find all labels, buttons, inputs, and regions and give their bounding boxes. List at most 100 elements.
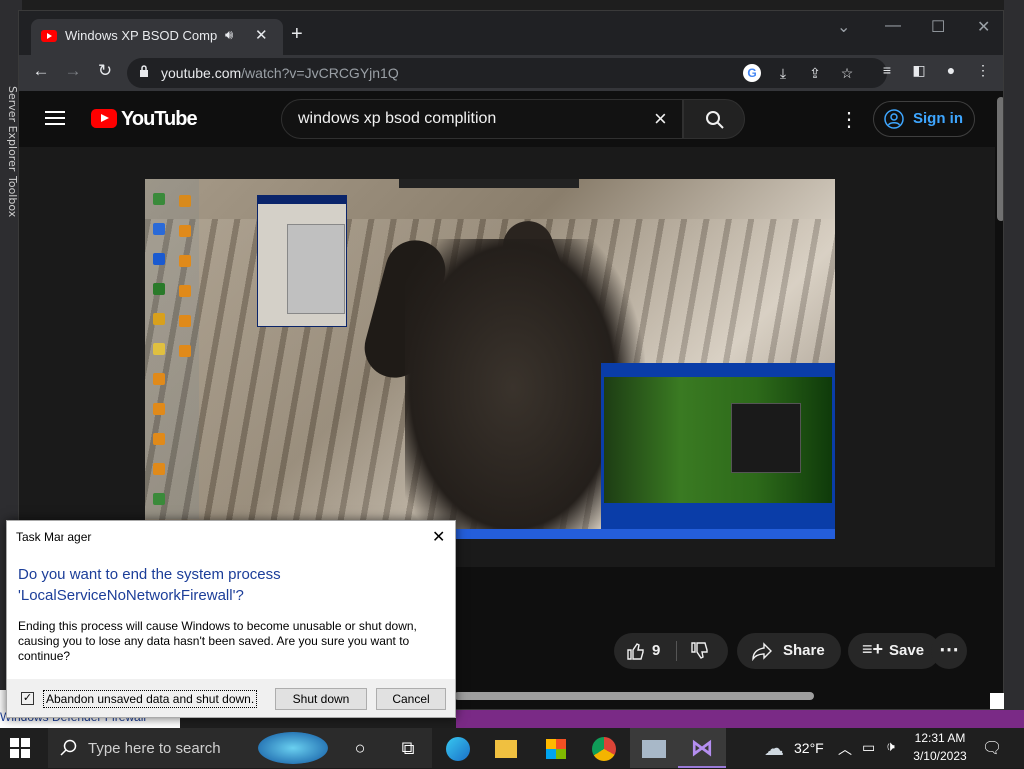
new-tab-button[interactable]: +: [291, 23, 303, 46]
add-playlist-icon: ≡+: [862, 639, 884, 659]
search-button[interactable]: [683, 99, 745, 139]
tab-strip: Windows XP BSOD Compilati 🔊︎ ✕ + ⌄ — ☐ ✕: [19, 11, 1003, 55]
url-host: youtube.com: [161, 65, 242, 81]
search-input[interactable]: windows xp bsod complition ×: [281, 99, 683, 139]
back-button[interactable]: ←: [29, 61, 53, 81]
like-dislike-group: 9: [614, 633, 728, 669]
xp-icon: [153, 373, 165, 385]
browser-toolbar: ← → ↻ youtube.com/watch?v=JvCRCGYjn1Q G …: [19, 55, 1003, 91]
weather-cloud-icon[interactable]: ☁: [764, 736, 784, 761]
more-actions-button[interactable]: ⋯: [931, 633, 967, 669]
vlc-window: [601, 363, 835, 533]
system-tray: ☁ 32°F ︿ ▭ 🕩︎ 12:31 AM 3/10/2023 🗨︎: [760, 728, 1024, 768]
url-text: youtube.com/watch?v=JvCRCGYjn1Q: [161, 65, 399, 81]
profile-icon[interactable]: ●: [941, 62, 961, 78]
minimize-button[interactable]: —: [885, 17, 901, 35]
address-bar[interactable]: youtube.com/watch?v=JvCRCGYjn1Q G ⤓ ⇪ ☆: [127, 58, 887, 88]
youtube-logo-text[interactable]: YouTube: [121, 108, 198, 131]
settings-kebab-icon[interactable]: ⋮: [839, 107, 859, 132]
thumbs-up-icon[interactable]: [626, 641, 646, 661]
store-icon[interactable]: [532, 728, 580, 768]
edge-icon[interactable]: [434, 728, 482, 768]
visual-studio-icon[interactable]: ⋈: [678, 728, 726, 768]
horizontal-scrollbar[interactable]: [454, 692, 814, 700]
xp-icon: [153, 253, 165, 265]
abandon-data-label[interactable]: Abandon unsaved data and shut down.: [43, 690, 258, 708]
clear-search-icon[interactable]: ×: [654, 106, 667, 132]
windows-logo-icon: [10, 738, 19, 747]
xp-icon: [153, 313, 165, 325]
share-page-icon[interactable]: ⇪: [805, 65, 825, 82]
desktop-right-strip: [1004, 0, 1024, 728]
divider: [676, 641, 677, 661]
share-button[interactable]: Share: [737, 633, 841, 669]
task-view-icon[interactable]: ⧉: [384, 728, 432, 768]
abandon-data-checkbox[interactable]: ✓: [21, 692, 34, 705]
video-player[interactable]: [19, 147, 995, 567]
xp-icon: [179, 345, 191, 357]
youtube-logo-icon[interactable]: [91, 109, 117, 128]
dialog-heading: Do you want to end the system process 'L…: [18, 566, 281, 604]
xp-icon: [153, 433, 165, 445]
speaker-icon[interactable]: 🔊︎: [225, 27, 233, 43]
xp-icon: [153, 343, 165, 355]
browser-tab-active[interactable]: Windows XP BSOD Compilati 🔊︎ ✕: [31, 19, 283, 55]
youtube-masthead: YouTube windows xp bsod complition × ⋮ S…: [19, 91, 1003, 147]
page-scrollbar-thumb[interactable]: [997, 97, 1003, 221]
task-manager-dialog: Task Manager ✕ Do you want to end the sy…: [6, 520, 456, 718]
tab-search-icon[interactable]: ⌄: [837, 17, 850, 37]
close-window-button[interactable]: ✕: [977, 17, 990, 37]
xp-icon: [153, 223, 165, 235]
xp-icon: [153, 493, 165, 505]
thumbs-down-icon[interactable]: [690, 641, 710, 661]
taskbar-search-placeholder: Type here to search: [88, 740, 221, 757]
network-icon[interactable]: ▭: [862, 739, 875, 756]
chevron-up-icon[interactable]: ︿: [838, 739, 852, 759]
menu-hamburger-icon[interactable]: [45, 111, 65, 125]
forward-button[interactable]: →: [61, 61, 85, 81]
xp-icon: [179, 225, 191, 237]
photos-icon[interactable]: [630, 728, 678, 768]
reload-button[interactable]: ↻: [93, 61, 117, 81]
xp-icon: [179, 255, 191, 267]
tab-title: Windows XP BSOD Compilati: [65, 28, 217, 43]
share-label: Share: [783, 642, 825, 659]
shut-down-button[interactable]: Shut down: [275, 688, 367, 710]
save-button[interactable]: ≡+ Save: [848, 633, 940, 669]
share-arrow-icon: [752, 642, 772, 661]
dialog-title: Task Manager: [16, 530, 92, 544]
chrome-icon[interactable]: [580, 728, 628, 768]
maximize-button[interactable]: ☐: [931, 17, 945, 37]
cortana-icon[interactable]: ○: [336, 728, 384, 768]
start-button[interactable]: [10, 738, 30, 758]
clock-time[interactable]: 12:31 AM: [910, 731, 970, 745]
dialog-close-icon[interactable]: ✕: [432, 527, 445, 547]
lock-icon[interactable]: [139, 65, 149, 77]
tab-close-icon[interactable]: ✕: [255, 26, 268, 44]
install-app-icon[interactable]: ⤓: [773, 65, 793, 82]
media-control-icon[interactable]: ≡: [877, 62, 897, 78]
xp-desktop-icons: [145, 179, 199, 519]
xp-icon: [179, 285, 191, 297]
search-highlight-image: [258, 732, 328, 764]
xp-icon: [179, 195, 191, 207]
xp-icon: [179, 315, 191, 327]
notifications-icon[interactable]: 🗨︎: [982, 738, 1002, 758]
background-window-strip: [456, 710, 1024, 728]
chrome-menu-icon[interactable]: ⋮: [973, 62, 993, 79]
youtube-favicon-icon: [41, 30, 57, 42]
clock-date[interactable]: 3/10/2023: [910, 749, 970, 763]
account-icon: [884, 109, 904, 129]
file-explorer-icon[interactable]: [482, 728, 530, 768]
sign-in-button[interactable]: Sign in: [873, 101, 975, 137]
weather-temperature[interactable]: 32°F: [794, 740, 824, 756]
volume-icon[interactable]: 🕩︎: [886, 738, 895, 755]
bookmark-star-icon[interactable]: ☆: [837, 65, 857, 82]
google-lens-icon[interactable]: G: [743, 64, 761, 82]
search-icon: [706, 111, 724, 129]
video-frame[interactable]: [145, 179, 835, 567]
cancel-button[interactable]: Cancel: [376, 688, 446, 710]
dialog-footer: ✓ Abandon unsaved data and shut down. Sh…: [7, 679, 455, 717]
side-panel-icon[interactable]: ◧: [909, 62, 929, 79]
search-query: windows xp bsod complition: [298, 110, 497, 127]
